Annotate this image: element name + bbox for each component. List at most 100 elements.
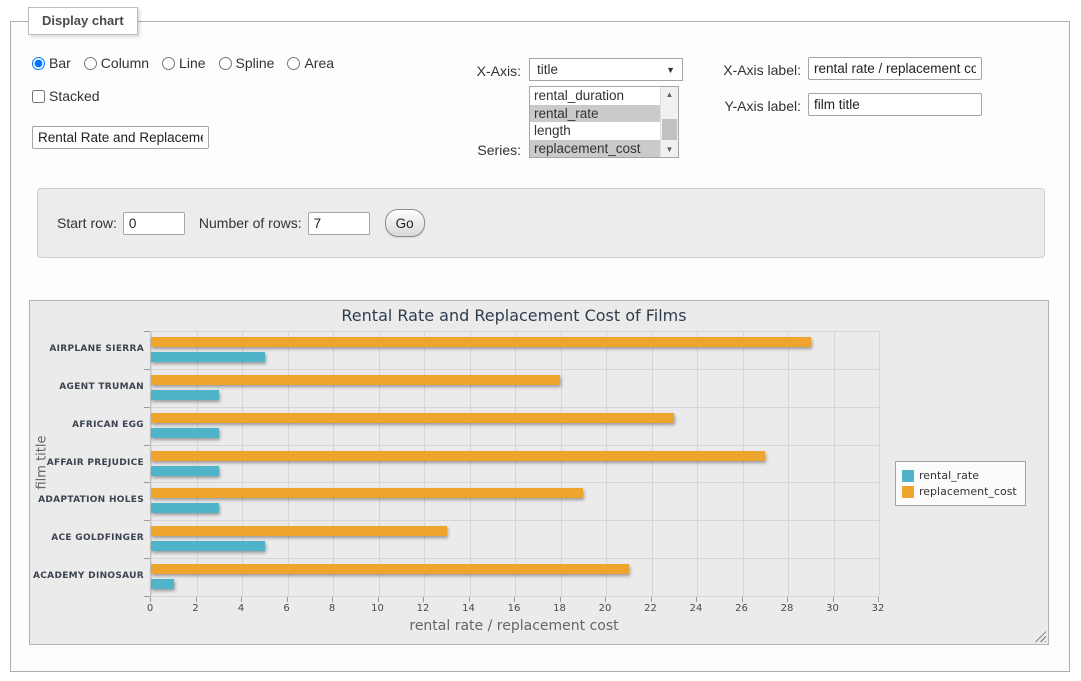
bar-rental_rate (151, 503, 219, 513)
bar-replacement_cost (151, 413, 674, 423)
y-tick (144, 445, 150, 446)
legend-item-rental_rate[interactable]: rental_rate (902, 469, 1017, 482)
x-tick-label: 2 (181, 603, 211, 614)
x-tick (605, 597, 606, 602)
resize-handle-icon[interactable] (1035, 631, 1046, 642)
scroll-down-icon[interactable]: ▼ (661, 142, 678, 157)
y-tick (144, 331, 150, 332)
x-tick (287, 597, 288, 602)
display-chart-fieldset: Display chart BarColumnLineSplineArea St… (10, 21, 1070, 672)
bar-rental_rate (151, 579, 174, 589)
x-gridline (197, 331, 198, 596)
stacked-checkbox[interactable] (32, 90, 45, 103)
stacked-option[interactable]: Stacked (32, 88, 100, 104)
y-tick (144, 558, 150, 559)
series-option-replacement_cost[interactable]: replacement_cost (530, 140, 660, 158)
y-axis-label-field-label: Y-Axis label: (649, 98, 801, 114)
x-tick (514, 597, 515, 602)
x-tick (651, 597, 652, 602)
chart-type-label: Bar (49, 55, 71, 71)
chart-type-radio-column[interactable] (84, 57, 97, 70)
y-tick (144, 407, 150, 408)
chart-type-line[interactable]: Line (162, 55, 205, 71)
x-tick (833, 597, 834, 602)
x-gridline (697, 331, 698, 596)
category-label: AGENT TRUMAN (32, 382, 144, 392)
chart-type-radio-area[interactable] (287, 57, 300, 70)
x-gridline (515, 331, 516, 596)
x-tick (378, 597, 379, 602)
x-tick-label: 28 (772, 603, 802, 614)
x-tick (423, 597, 424, 602)
x-tick (742, 597, 743, 602)
y-tick (144, 369, 150, 370)
x-tick-label: 6 (272, 603, 302, 614)
y-gridline (151, 445, 879, 446)
x-tick-label: 18 (545, 603, 575, 614)
x-axis-selected-value: title (537, 62, 558, 77)
bar-rental_rate (151, 466, 219, 476)
chart-type-column[interactable]: Column (84, 55, 149, 71)
y-gridline (151, 596, 879, 597)
legend-label: replacement_cost (919, 485, 1017, 498)
category-label: AFRICAN EGG (32, 420, 144, 430)
y-gridline (151, 369, 879, 370)
x-tick-label: 0 (135, 603, 165, 614)
y-tick (144, 482, 150, 483)
stacked-label: Stacked (49, 88, 100, 104)
bar-replacement_cost (151, 564, 629, 574)
y-axis-label-input[interactable] (808, 93, 982, 116)
x-axis-label-input[interactable] (808, 57, 982, 80)
bar-replacement_cost (151, 375, 560, 385)
chart-type-radio-spline[interactable] (219, 57, 232, 70)
legend-label: rental_rate (919, 469, 979, 482)
category-label: ACE GOLDFINGER (32, 533, 144, 543)
num-rows-input[interactable] (308, 212, 370, 235)
bar-replacement_cost (151, 337, 811, 347)
chart-title-input[interactable] (32, 126, 209, 149)
y-gridline (151, 482, 879, 483)
chart-type-radio-line[interactable] (162, 57, 175, 70)
x-tick-label: 24 (681, 603, 711, 614)
x-tick-label: 4 (226, 603, 256, 614)
chart-type-bar[interactable]: Bar (32, 55, 71, 71)
x-axis-select-label: X-Axis: (409, 63, 521, 79)
chart-type-options: Bar Column Line Spline Area (32, 55, 334, 71)
x-tick-label: 8 (317, 603, 347, 614)
start-row-input[interactable] (123, 212, 185, 235)
start-row-label: Start row: (57, 215, 117, 231)
x-tick (560, 597, 561, 602)
x-gridline (652, 331, 653, 596)
series-option-length[interactable]: length (530, 122, 660, 140)
chart-type-spline[interactable]: Spline (219, 55, 275, 71)
x-gridline (333, 331, 334, 596)
x-gridline (606, 331, 607, 596)
chart-type-radio-bar[interactable] (32, 57, 45, 70)
legend-item-replacement_cost[interactable]: replacement_cost (902, 485, 1017, 498)
x-tick-label: 12 (408, 603, 438, 614)
x-gridline (788, 331, 789, 596)
num-rows-label: Number of rows: (199, 215, 302, 231)
x-axis-title: rental rate / replacement cost (150, 618, 878, 634)
x-gridline (834, 331, 835, 596)
x-tick (787, 597, 788, 602)
y-gridline (151, 520, 879, 521)
chart-type-area[interactable]: Area (287, 55, 334, 71)
x-tick (196, 597, 197, 602)
go-button[interactable]: Go (385, 209, 425, 237)
stacked-row: Stacked (32, 88, 100, 104)
scrollbar-thumb[interactable] (662, 119, 677, 140)
series-listbox[interactable]: rental_durationrental_ratelengthreplacem… (529, 86, 679, 158)
x-tick-label: 22 (636, 603, 666, 614)
x-gridline (288, 331, 289, 596)
y-gridline (151, 558, 879, 559)
bar-replacement_cost (151, 488, 583, 498)
series-option-rental_duration[interactable]: rental_duration (530, 87, 660, 105)
chart-legend: rental_rate replacement_cost (895, 461, 1026, 506)
bar-rental_rate (151, 390, 219, 400)
bar-replacement_cost (151, 451, 765, 461)
category-label: ACADEMY DINOSAUR (32, 571, 144, 581)
row-controls-panel: Start row: Number of rows: Go (37, 188, 1045, 258)
series-option-rental_rate[interactable]: rental_rate (530, 105, 660, 123)
fieldset-legend: Display chart (28, 7, 138, 35)
